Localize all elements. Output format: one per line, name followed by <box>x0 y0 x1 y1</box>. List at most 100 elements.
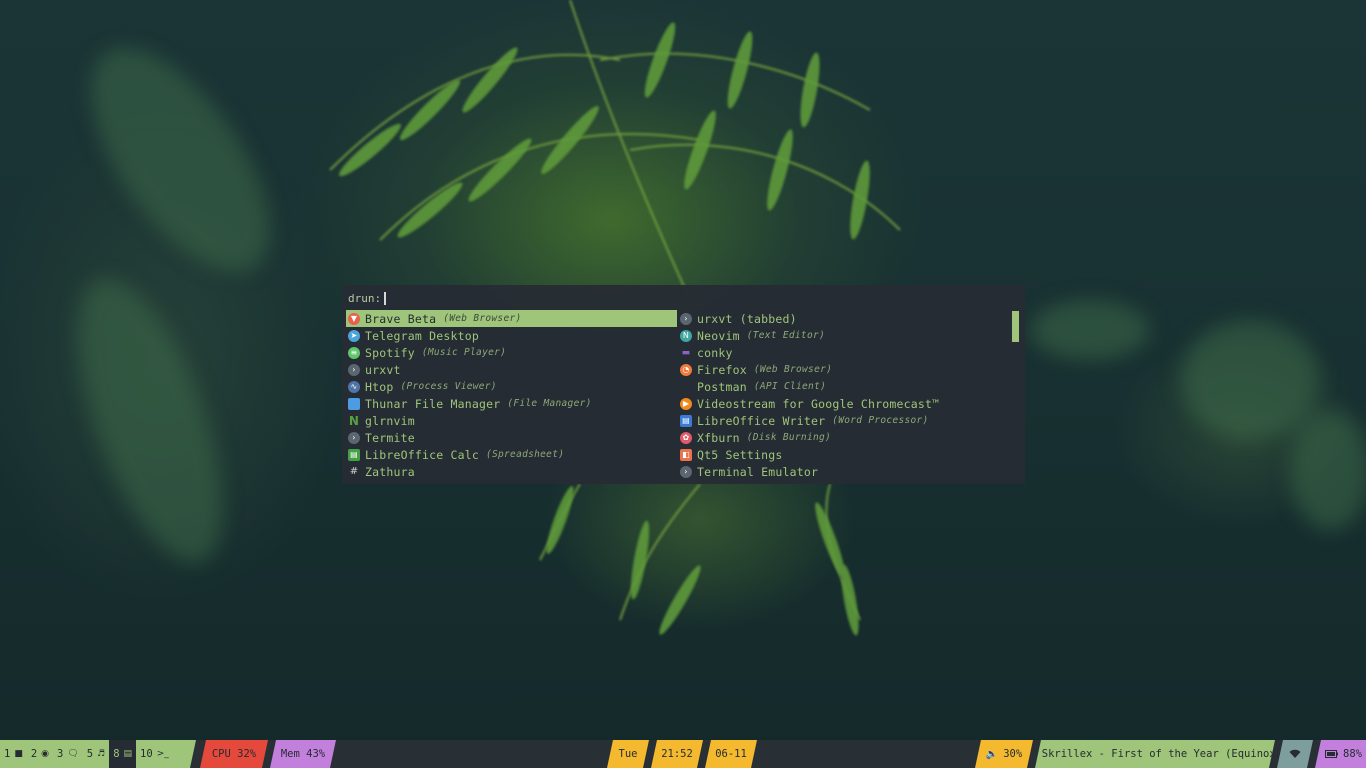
terminal-icon: › <box>348 431 360 444</box>
status-bar: 1 ■ 2 ◉ 3 🗨 5 ♬ 8 ▤ 10 >_ CPU 32% Mem 43% Tue 21:52… <box>0 740 1366 768</box>
app-launcher: drun: ▼ Brave Beta (Web Browser) ➤ Telegram … <box>342 285 1025 484</box>
launcher-entry[interactable]: ➤ Telegram Desktop <box>346 327 677 344</box>
launcher-entry[interactable]: ≡ Spotify (Music Player) <box>346 344 677 361</box>
search-input[interactable] <box>386 291 987 305</box>
entry-name: LibreOffice Writer <box>697 413 826 428</box>
prompt-label: drun: <box>348 291 382 305</box>
entry-name: conky <box>697 345 733 360</box>
clock[interactable]: 21:52 <box>651 740 703 768</box>
blank-icon <box>680 381 692 393</box>
terminal-icon: › <box>680 465 692 478</box>
entry-name: Telegram Desktop <box>365 328 479 343</box>
launcher-entry[interactable]: › urxvt <box>346 361 677 378</box>
libreoffice-writer-icon: ▤ <box>680 414 692 427</box>
videostream-icon: ▶ <box>680 397 692 410</box>
entry-generic-name: (Web Browser) <box>753 364 833 375</box>
neovim-icon: N <box>680 329 692 342</box>
workspace-button[interactable]: 5 ♬ <box>83 740 109 768</box>
entry-generic-name: (Music Player) <box>421 347 507 358</box>
launcher-entry[interactable]: › urxvt (tabbed) <box>678 310 1008 327</box>
wifi-indicator[interactable] <box>1277 740 1313 768</box>
workspace-button[interactable]: 10 >_ <box>136 740 173 768</box>
launcher-entry[interactable]: Thunar File Manager (File Manager) <box>346 395 677 412</box>
launcher-entry[interactable]: ▬ conky <box>678 344 1008 361</box>
launcher-entry[interactable]: ▤ LibreOffice Calc (Spreadsheet) <box>346 446 677 463</box>
launcher-right-column: › urxvt (tabbed) N Neovim (Text Editor) ▬ conk… <box>678 310 1008 480</box>
volume-control[interactable]: 🔈 30% <box>975 740 1033 768</box>
day-text: Tue <box>618 748 638 760</box>
launcher-entry[interactable]: Nglrnvim <box>346 412 677 429</box>
workspace-number: 8 <box>113 748 120 760</box>
prompt-row: drun: <box>348 291 987 305</box>
workspace-button[interactable]: 3 🗨 <box>53 740 83 768</box>
book-icon: ▤ <box>123 749 133 759</box>
launcher-entry[interactable]: › Termite <box>346 429 677 446</box>
launcher-entry[interactable]: ✿ Xfburn (Disk Burning) <box>678 429 1008 446</box>
spotify-now-playing[interactable]: ◉ Skrillex - First of the Year (Equinox) <box>1035 740 1275 768</box>
telegram-icon: ➤ <box>348 329 360 342</box>
launcher-entry[interactable]: N Neovim (Text Editor) <box>678 327 1008 344</box>
entry-generic-name: (Text Editor) <box>746 330 826 341</box>
entry-generic-name: (API Client) <box>753 381 827 392</box>
date-indicator[interactable]: 06-11 <box>705 740 757 768</box>
time-text: 21:52 <box>661 748 693 760</box>
entry-generic-name: (Web Browser) <box>443 313 522 324</box>
brave-icon: ▼ <box>348 312 360 325</box>
workspace-button[interactable]: 8 ▤ <box>109 740 136 768</box>
entry-name: urxvt <box>365 362 401 377</box>
entry-name: Terminal Emulator <box>697 464 819 479</box>
scrollbar[interactable] <box>1012 310 1020 480</box>
launcher-entry[interactable]: # Zathura <box>346 463 677 480</box>
chrome-icon: ◉ <box>41 749 50 759</box>
entry-generic-name: (File Manager) <box>507 398 592 409</box>
square-icon: ■ <box>14 749 23 759</box>
launcher-entry[interactable]: Postman (API Client) <box>678 378 1008 395</box>
cpu-indicator: CPU 32% <box>200 740 268 768</box>
entry-name: Xfburn <box>697 430 740 445</box>
entry-name: Postman <box>697 379 747 394</box>
day-indicator: Tue <box>607 740 649 768</box>
spotify-icon: ≡ <box>348 346 360 359</box>
entry-name: Neovim <box>697 328 740 343</box>
mem-text: Mem 43% <box>280 748 326 760</box>
cpu-text: CPU 32% <box>211 748 257 760</box>
launcher-entry[interactable]: ◔ Firefox (Web Browser) <box>678 361 1008 378</box>
entry-name: Thunar File Manager <box>365 396 501 411</box>
entry-generic-name: (Process Viewer) <box>400 381 497 392</box>
battery-icon <box>1325 750 1338 758</box>
workspace-button[interactable]: 2 ◉ <box>27 740 53 768</box>
entry-generic-name: (Disk Burning) <box>746 432 832 443</box>
entry-name: Brave Beta <box>365 311 437 326</box>
workspace-number: 3 <box>57 748 64 760</box>
launcher-entry[interactable]: › Terminal Emulator <box>678 463 1008 480</box>
workspace-number: 1 <box>4 748 11 760</box>
chat-icon: 🗨 <box>67 749 79 759</box>
workspace-button[interactable]: 1 ■ <box>0 740 27 768</box>
terminal-icon: >_ <box>156 749 169 759</box>
scrollbar-thumb[interactable] <box>1012 311 1019 342</box>
speaker-icon: 🔈 <box>985 748 999 760</box>
firefox-icon: ◔ <box>680 363 692 376</box>
wifi-icon <box>1289 749 1301 759</box>
entry-name: Qt5 Settings <box>697 447 783 462</box>
entry-name: Htop <box>365 379 394 394</box>
libreoffice-calc-icon: ▤ <box>348 448 360 461</box>
launcher-entry[interactable]: ∿ Htop (Process Viewer) <box>346 378 677 395</box>
workspace-number: 10 <box>140 748 153 760</box>
xfburn-icon: ✿ <box>680 431 692 444</box>
launcher-entry[interactable]: ▶ Videostream for Google Chromecast™ <box>678 395 1008 412</box>
music-icon: ♬ <box>97 749 106 759</box>
launcher-entry[interactable]: ▤ LibreOffice Writer (Word Processor) <box>678 412 1008 429</box>
launcher-entry[interactable]: ◧ Qt5 Settings <box>678 446 1008 463</box>
entry-name: Videostream for Google Chromecast™ <box>697 396 940 411</box>
launcher-entry[interactable]: ▼ Brave Beta (Web Browser) <box>346 310 677 327</box>
memory-indicator: Mem 43% <box>270 740 336 768</box>
track-text: Skrillex - First of the Year (Equinox) <box>1041 748 1282 760</box>
entry-name: glrnvim <box>365 413 415 428</box>
entry-name: urxvt (tabbed) <box>697 311 797 326</box>
launcher-left-column: ▼ Brave Beta (Web Browser) ➤ Telegram Deskto… <box>346 310 677 480</box>
date-text: 06-11 <box>715 748 747 760</box>
entry-generic-name: (Word Processor) <box>832 415 929 426</box>
qt-settings-icon: ◧ <box>680 448 692 461</box>
terminal-icon: › <box>680 312 692 325</box>
